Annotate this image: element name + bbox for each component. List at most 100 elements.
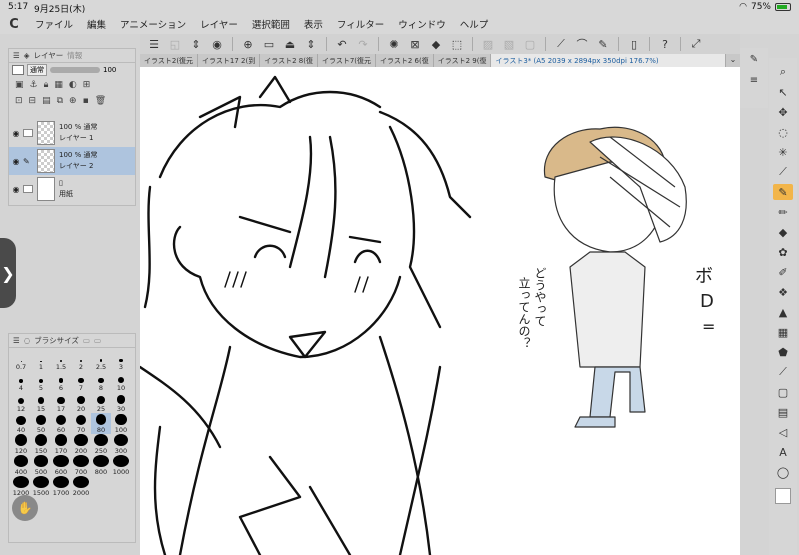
deselect-icon[interactable]: ▨ xyxy=(480,37,496,51)
drawing-paper[interactable]: どうやって 立ってんの？ ボ D = xyxy=(140,67,740,555)
tab-other-icon-2[interactable]: ▭ xyxy=(94,336,101,345)
balloon-icon[interactable]: ◁ xyxy=(773,424,793,440)
pencil-icon[interactable]: ✏ xyxy=(773,204,793,220)
brush-size-cell[interactable]: 40 xyxy=(11,413,31,434)
help-icon[interactable]: ? xyxy=(657,37,673,51)
brush-size-cell[interactable]: 1000 xyxy=(111,455,131,476)
brush-size-cell[interactable]: 4 xyxy=(11,371,31,392)
brush-size-cell[interactable]: 15 xyxy=(31,392,51,413)
reference-icon[interactable]: ⚓ xyxy=(30,80,38,90)
new-vector-layer-icon[interactable]: ⊟ xyxy=(29,96,37,106)
menu-animation[interactable]: アニメーション xyxy=(113,17,193,31)
panel-toggle-handle[interactable]: ❯ xyxy=(0,238,16,308)
tablet-icon[interactable]: ▯ xyxy=(626,37,642,51)
text-tool-icon[interactable]: A xyxy=(773,444,793,460)
eye-icon[interactable]: ◉ xyxy=(9,185,23,194)
canvas-area[interactable]: どうやって 立ってんの？ ボ D = xyxy=(140,67,740,555)
menu-window[interactable]: ウィンドウ xyxy=(391,17,453,31)
mask-icon[interactable]: ◐ xyxy=(69,80,77,90)
layer-checkbox[interactable] xyxy=(23,129,33,137)
pen-tool-icon[interactable]: ✎ xyxy=(773,184,793,200)
eyedropper-icon[interactable]: ⟋ xyxy=(773,164,793,180)
brush-size-cell[interactable]: 150 xyxy=(31,434,51,455)
tab-other-icon[interactable]: ▭ xyxy=(83,336,90,345)
tab-doc-6[interactable]: イラスト2 9(復 xyxy=(434,54,492,67)
brush-size-cell[interactable]: 300 xyxy=(111,434,131,455)
brush-size-cell[interactable]: 250 xyxy=(91,434,111,455)
brush-size-cell[interactable]: 80 xyxy=(91,413,111,434)
pen-snap-icon[interactable]: ✎ xyxy=(595,37,611,51)
operation-icon[interactable]: ↖ xyxy=(773,84,793,100)
open-folder-icon[interactable]: ▭ xyxy=(261,37,277,51)
blend-mode-select[interactable]: 通常 xyxy=(27,64,47,76)
layer-row-selected[interactable]: ◉ ✎ 100 % 通常 レイヤー 2 xyxy=(9,147,135,175)
menu-view[interactable]: 表示 xyxy=(297,17,330,31)
eye-icon[interactable]: ◉ xyxy=(9,157,23,166)
eraser-icon[interactable]: ◆ xyxy=(773,224,793,240)
brush-size-cell[interactable]: 2000 xyxy=(71,476,91,497)
move-icon[interactable]: ✥ xyxy=(773,104,793,120)
sliders-icon[interactable]: ≡ xyxy=(750,75,758,86)
new-file-icon[interactable]: ⊕ xyxy=(240,37,256,51)
brush-size-cell[interactable]: 120 xyxy=(11,434,31,455)
layer-mask-icon[interactable]: ▪ xyxy=(83,96,89,106)
brush-size-cell[interactable]: 60 xyxy=(51,413,71,434)
brush-size-cell[interactable]: 400 xyxy=(11,455,31,476)
brush-size-cell[interactable]: 1 xyxy=(31,350,51,371)
lock-alpha-icon[interactable]: ▦ xyxy=(54,80,63,90)
loading-icon[interactable]: ✺ xyxy=(386,37,402,51)
brush-size-cell[interactable]: 500 xyxy=(31,455,51,476)
blend-icon[interactable]: ❖ xyxy=(773,284,793,300)
hamburger-menu-icon[interactable]: ☰ xyxy=(146,37,162,51)
trash-icon[interactable]: 🗑︎ xyxy=(95,96,106,106)
eye-icon[interactable]: ◉ xyxy=(9,129,23,138)
invert-selection-icon[interactable]: ▧ xyxy=(501,37,517,51)
clear-icon[interactable]: ⊠ xyxy=(407,37,423,51)
tab-doc-1[interactable]: イラスト2(復元 xyxy=(140,54,199,67)
tab-doc-2[interactable]: イラスト17 2(到 xyxy=(198,54,261,67)
layer-checkbox[interactable] xyxy=(23,185,33,193)
merge-icon[interactable]: ⊕ xyxy=(69,96,77,106)
fill-tool-icon[interactable]: ▲ xyxy=(773,304,793,320)
palette-icon[interactable]: ◉ xyxy=(209,37,225,51)
brush-size-cell[interactable]: 170 xyxy=(51,434,71,455)
menu-icon[interactable]: ☰ xyxy=(13,336,20,345)
menu-edit[interactable]: 編集 xyxy=(80,17,113,31)
correction-icon[interactable]: ◯ xyxy=(773,464,793,480)
brush-size-cell[interactable]: 1.5 xyxy=(51,350,71,371)
menu-selection[interactable]: 選択範囲 xyxy=(245,17,297,31)
menu-help[interactable]: ヘルプ xyxy=(453,17,496,31)
brush-icon[interactable]: ✐ xyxy=(773,264,793,280)
duplicate-layer-icon[interactable]: ⧉ xyxy=(57,96,63,106)
brush-size-cell[interactable]: 6 xyxy=(51,371,71,392)
menu-layer[interactable]: レイヤー xyxy=(193,17,245,31)
layer-row-paper[interactable]: ◉ ▯ 用紙 xyxy=(9,175,135,203)
brush-size-cell[interactable]: 25 xyxy=(91,392,111,413)
brush-size-cell[interactable]: 2 xyxy=(71,350,91,371)
tab-info[interactable]: 情報 xyxy=(67,50,82,61)
brush-size-cell[interactable]: 8 xyxy=(91,371,111,392)
main-color-swatch[interactable] xyxy=(775,488,791,504)
brush-size-cell[interactable]: 0.7 xyxy=(11,350,31,371)
fullscreen-icon[interactable]: ⤢ xyxy=(688,37,704,51)
tab-layer[interactable]: レイヤー xyxy=(34,50,64,61)
palette-link-icon[interactable]: ⊞ xyxy=(83,80,91,90)
brush-size-cell[interactable]: 600 xyxy=(51,455,71,476)
brush-size-cell[interactable]: 1700 xyxy=(51,476,71,497)
brush-size-cell[interactable]: 200 xyxy=(71,434,91,455)
brush-size-cell[interactable]: 800 xyxy=(91,455,111,476)
new-layer-icon[interactable]: ◱ xyxy=(167,37,183,51)
figure-icon[interactable]: ⟋ xyxy=(773,364,793,380)
brush-size-cell[interactable]: 700 xyxy=(71,455,91,476)
pen-settings-icon[interactable]: ✎ xyxy=(750,54,758,65)
tab-doc-4[interactable]: イラスト7(復元 xyxy=(318,54,377,67)
layer-color-box[interactable] xyxy=(12,65,24,75)
tab-doc-3[interactable]: イラスト2 8(復 xyxy=(260,54,318,67)
redo-icon[interactable]: ↷ xyxy=(355,37,371,51)
brush-size-cell[interactable]: 70 xyxy=(71,413,91,434)
new-folder-icon[interactable]: ▤ xyxy=(42,96,51,106)
transform-icon[interactable]: ⬚ xyxy=(449,37,465,51)
quick-access-icon[interactable]: ✋ xyxy=(12,495,38,521)
brush-size-cell[interactable]: 10 xyxy=(111,371,131,392)
tab-doc-5[interactable]: イラスト2 6(復 xyxy=(376,54,434,67)
